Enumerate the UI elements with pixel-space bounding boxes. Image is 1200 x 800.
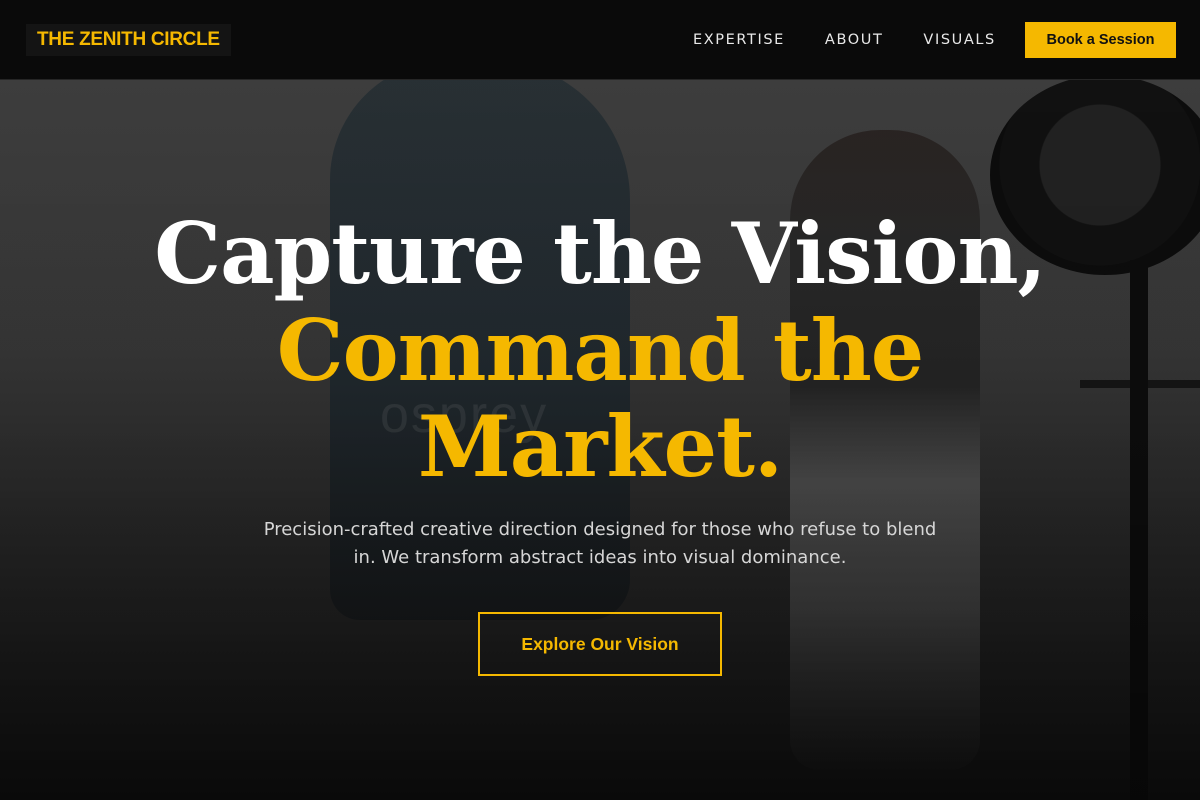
nav-link-about[interactable]: ABOUT — [825, 31, 884, 49]
book-session-button[interactable]: Book a Session — [1025, 22, 1176, 58]
explore-vision-button[interactable]: Explore Our Vision — [478, 612, 722, 676]
headline-line-2: Command the — [276, 301, 924, 400]
hero-headline: Capture the Vision, Command the Market. — [0, 205, 1200, 495]
brand-logo[interactable]: THE ZENITH CIRCLE — [26, 24, 231, 56]
nav-link-visuals[interactable]: VISUALS — [923, 31, 995, 49]
top-navbar: THE ZENITH CIRCLE EXPERTISE ABOUT VISUAL… — [0, 0, 1200, 80]
nav-links: EXPERTISE ABOUT VISUALS — [693, 31, 1036, 49]
nav-link-expertise[interactable]: EXPERTISE — [693, 31, 785, 49]
hero-subtext: Precision-crafted creative direction des… — [263, 519, 937, 568]
headline-line-1: Capture the Vision, — [154, 204, 1047, 303]
headline-line-3: Market. — [417, 397, 783, 496]
